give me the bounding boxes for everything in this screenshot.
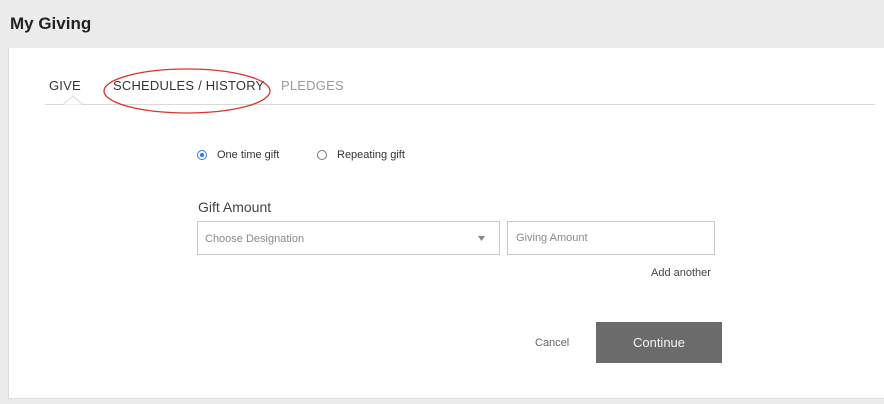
tab-give[interactable]: GIVE: [49, 78, 81, 93]
chevron-down-icon: [478, 236, 485, 241]
giving-card: GIVE SCHEDULES / HISTORY PLEDGES One tim…: [8, 48, 884, 399]
designation-placeholder: Choose Designation: [205, 233, 305, 245]
radio-repeating-gift[interactable]: Repeating gift: [317, 149, 405, 161]
gift-amount-label: Gift Amount: [198, 199, 272, 215]
radio-label: Repeating gift: [337, 149, 405, 161]
page-header: My Giving: [0, 0, 884, 48]
designation-select[interactable]: Choose Designation: [197, 221, 500, 255]
giving-amount-input[interactable]: [507, 221, 715, 255]
radio-one-time-gift[interactable]: One time gift: [197, 149, 279, 161]
add-another-link[interactable]: Add another: [651, 267, 711, 279]
continue-button[interactable]: Continue: [596, 322, 722, 363]
radio-unselected-icon: [317, 150, 327, 160]
radio-label: One time gift: [217, 149, 280, 161]
annotation-ellipse: [103, 68, 271, 114]
radio-selected-icon: [197, 150, 207, 160]
cancel-button[interactable]: Cancel: [535, 337, 569, 349]
page-title: My Giving: [10, 14, 92, 33]
tab-pledges[interactable]: PLEDGES: [281, 78, 344, 93]
